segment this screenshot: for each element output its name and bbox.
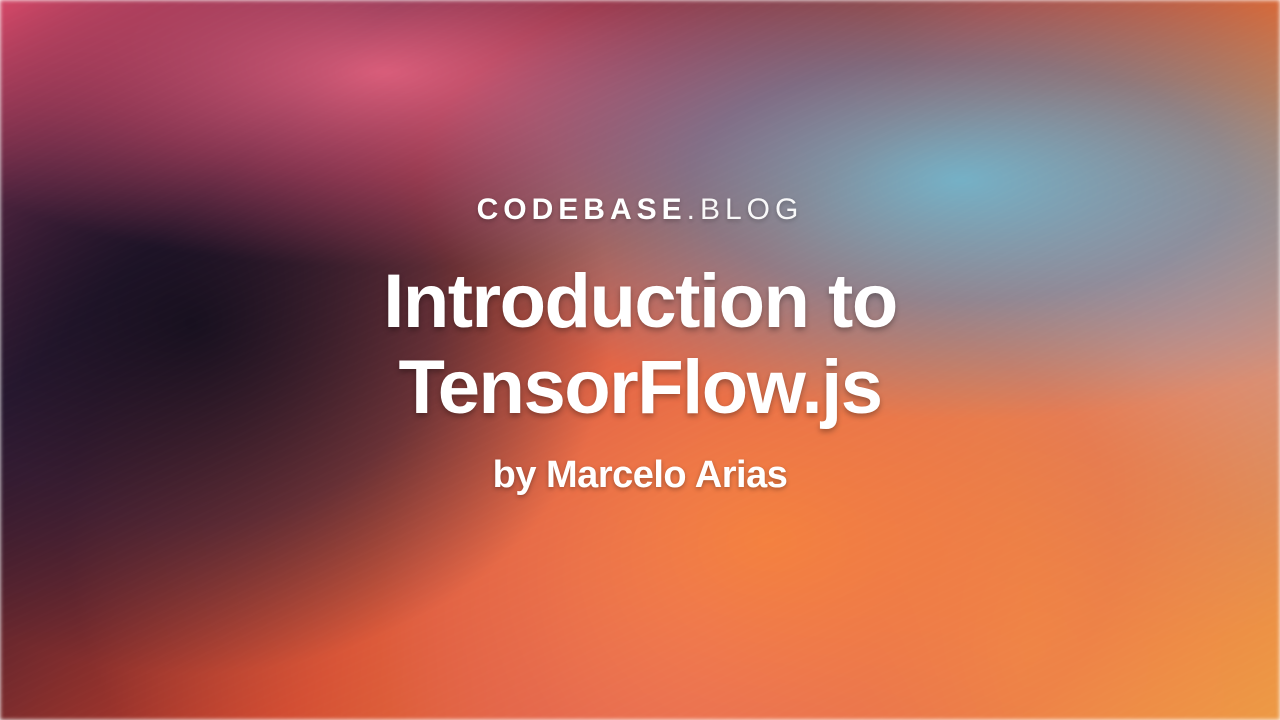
site-name-suffix: .BLOG: [687, 193, 804, 226]
hero-content: CODEBASE.BLOG Introduction to TensorFlow…: [0, 0, 1280, 720]
site-name-main: CODEBASE: [477, 193, 687, 226]
title-line-2: TensorFlow.js: [399, 345, 882, 430]
article-byline: by Marcelo Arias: [493, 454, 788, 497]
site-brand: CODEBASE.BLOG: [477, 193, 804, 227]
title-line-1: Introduction to: [383, 259, 897, 344]
article-title: Introduction to TensorFlow.js: [383, 259, 897, 429]
